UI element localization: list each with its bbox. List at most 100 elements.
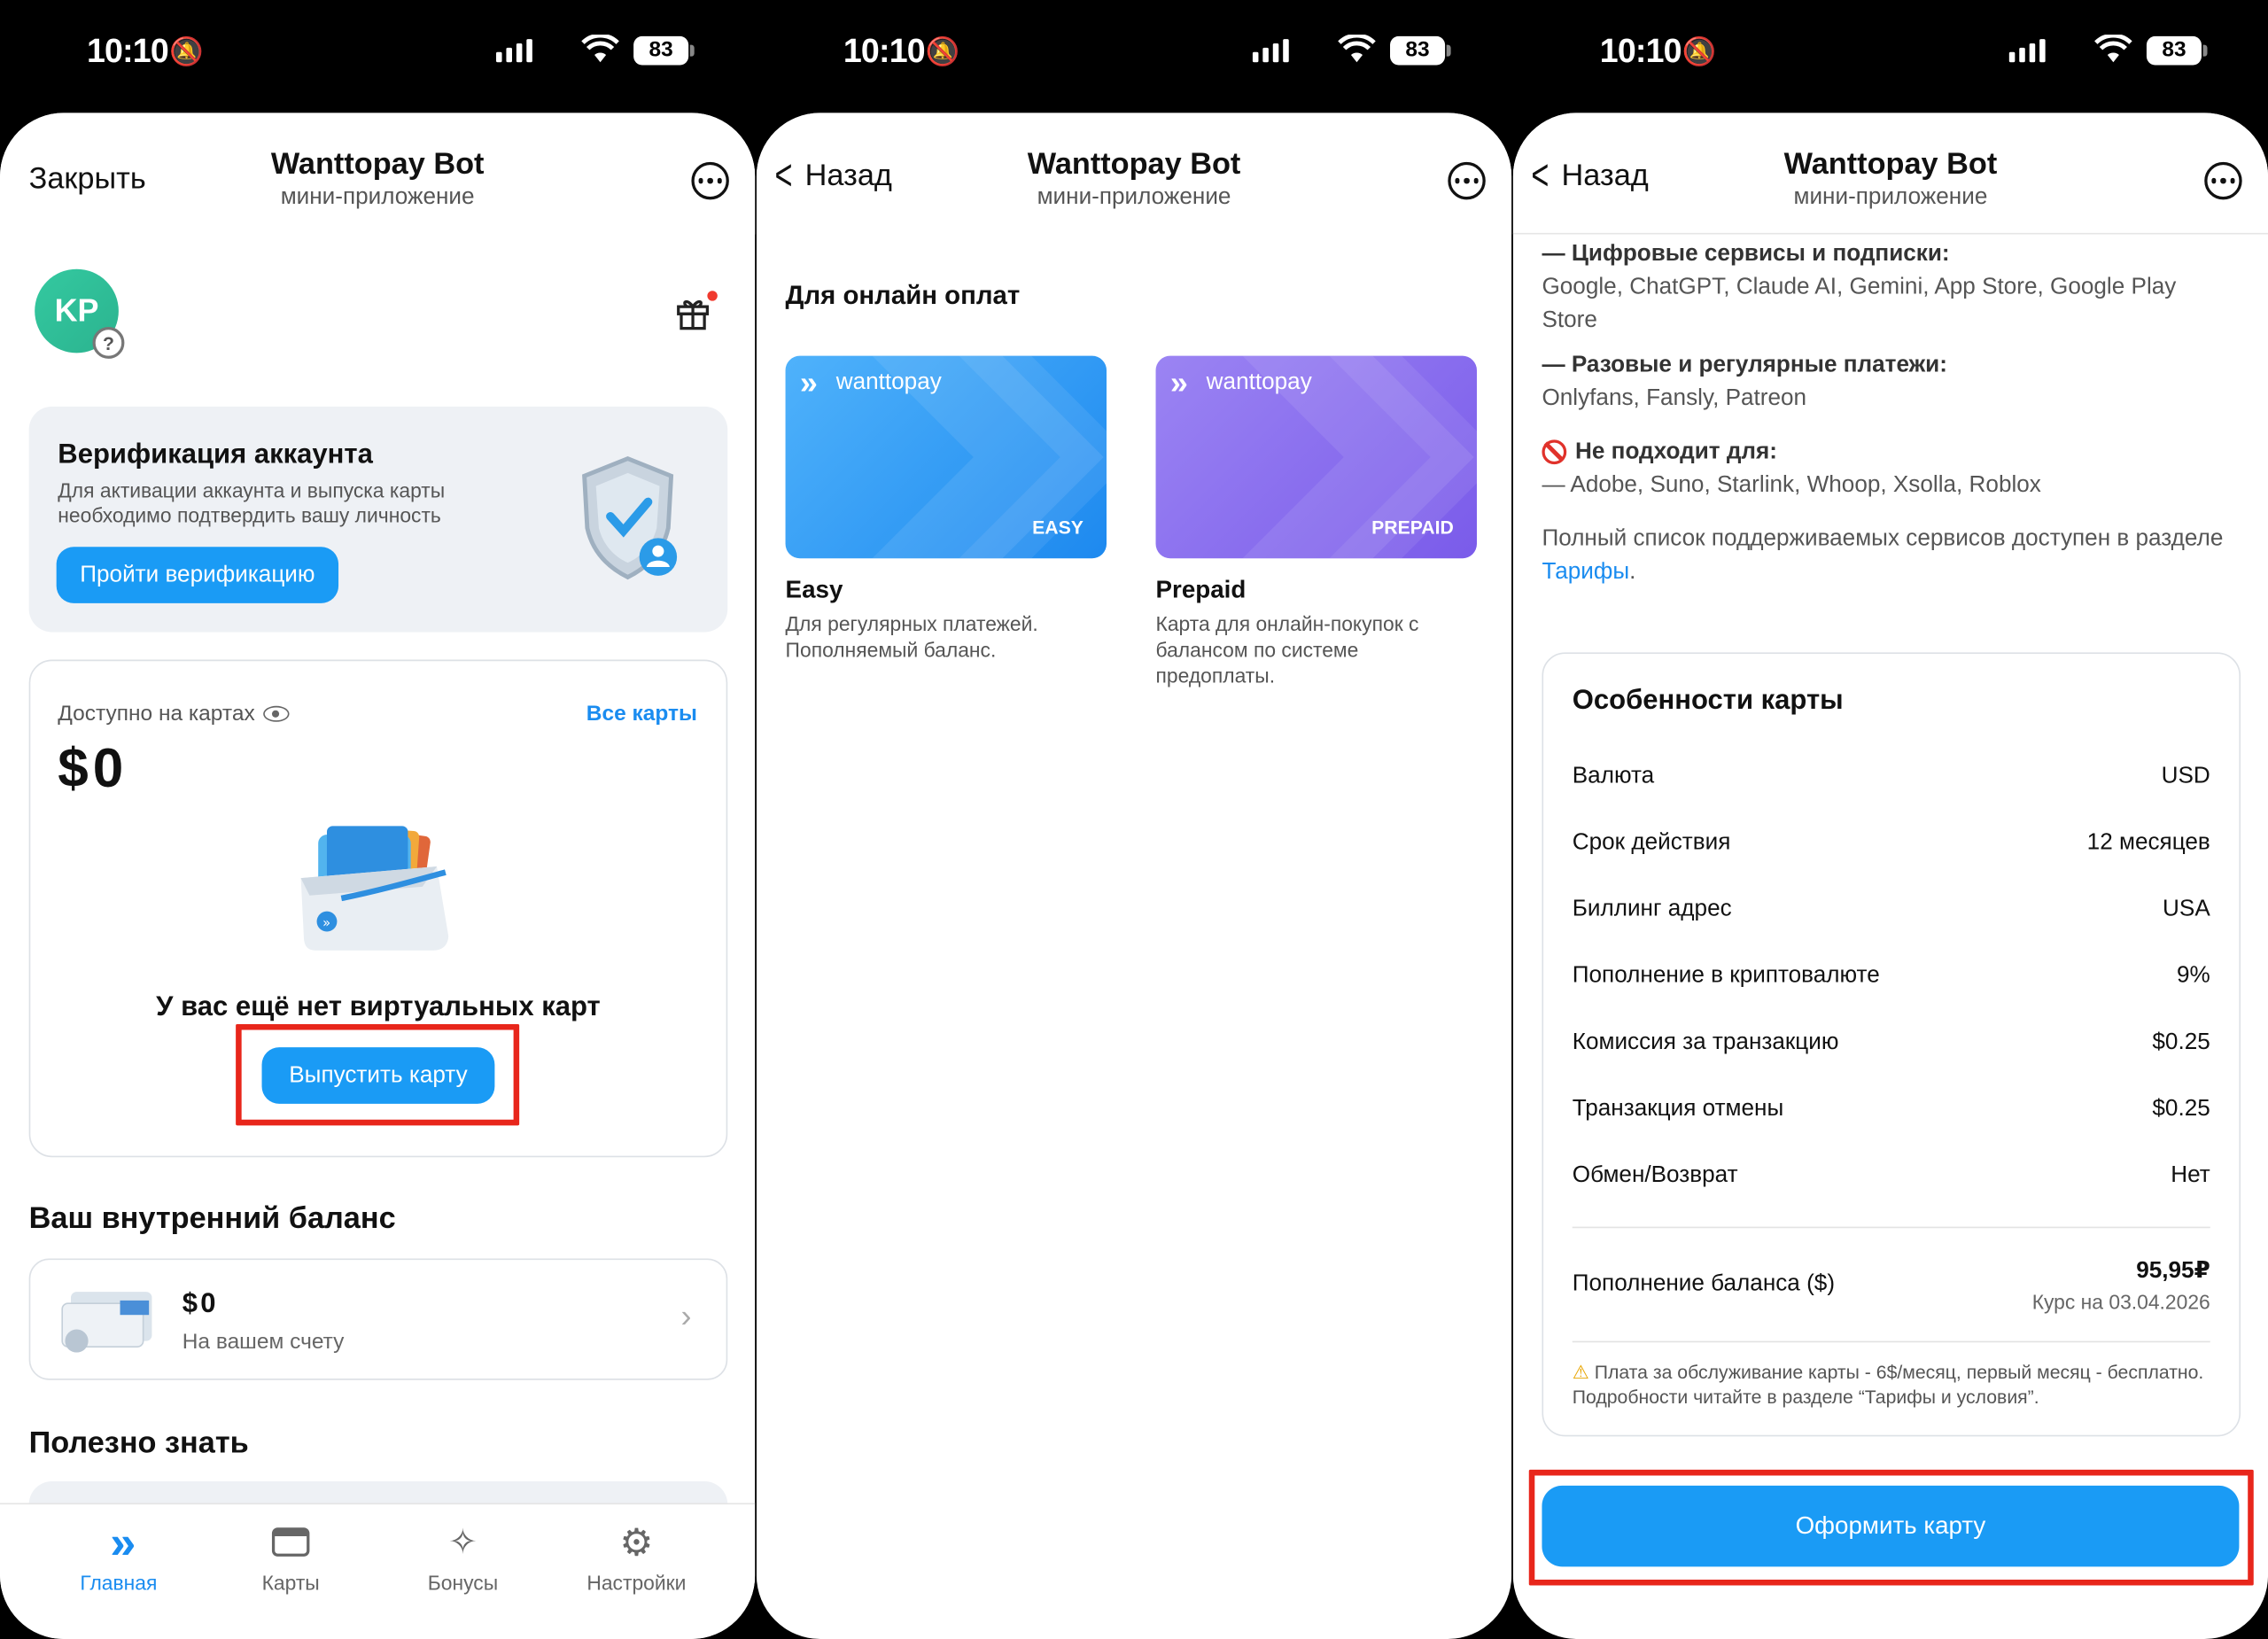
- wallet-small-icon: [61, 1292, 152, 1353]
- nav-cards[interactable]: Карты: [219, 1519, 363, 1594]
- wifi-icon: [2094, 35, 2132, 63]
- bell-muted-icon: 🔕: [169, 37, 204, 68]
- easy-card-description: Для регулярных платежей. Пополняемый бал…: [785, 611, 1038, 662]
- easy-card-option[interactable]: » wanttopay EASY Easy Для регулярных пла…: [785, 355, 1107, 703]
- prepaid-card-option[interactable]: » wanttopay PREPAID Prepaid Карта для он…: [1155, 355, 1477, 703]
- feature-row: Транзакция отмены $0.25: [1573, 1076, 2210, 1143]
- signal-icon: [2008, 39, 2046, 63]
- feature-value: $0.25: [2152, 1096, 2210, 1122]
- wifi-icon: [1338, 35, 1376, 63]
- verification-description: Для активации аккаунта и выпуска карты н…: [58, 478, 446, 527]
- bottom-nav: » Главная Карты ✧ Бонусы ⚙ Настройки: [0, 1503, 756, 1639]
- not-suitable-title: Не подходит для:: [1542, 435, 2236, 469]
- nav-settings[interactable]: ⚙ Настройки: [564, 1519, 709, 1594]
- card-features-title: Особенности карты: [1572, 685, 1844, 717]
- topup-rate: Курс на 03.04.2026: [2031, 1290, 2210, 1314]
- prepaid-card-badge: PREPAID: [1371, 516, 1454, 539]
- feature-value: $0.25: [2152, 1029, 2210, 1055]
- prepaid-card-image: » wanttopay PREPAID: [1155, 355, 1477, 559]
- gift-icon[interactable]: [674, 291, 718, 330]
- internal-balance-amount: $0: [182, 1288, 219, 1320]
- tariffs-link[interactable]: Тарифы: [1542, 560, 1629, 585]
- phone-screen-card-types: 10:10 🔕 83 < Назад Wanttopay Bot мини-при…: [756, 0, 1512, 1639]
- digital-services-list: Google, ChatGPT, Claude AI, Gemini, App …: [1542, 275, 2177, 333]
- full-list-note: Полный список поддерживаемых сервисов до…: [1542, 526, 2224, 585]
- verification-badge-icon: ?: [92, 327, 125, 359]
- feature-row: Пополнение в криптовалюте 9%: [1573, 944, 2210, 1010]
- battery-indicator: 83: [1390, 35, 1451, 66]
- feature-value: 9%: [2177, 963, 2210, 989]
- gear-icon: ⚙: [619, 1519, 654, 1564]
- card-icon: [219, 1519, 363, 1565]
- avatar[interactable]: KP ?: [35, 268, 125, 359]
- app-header: < Назад Wanttopay Bot мини-приложение: [756, 113, 1512, 235]
- supported-services-section: — Цифровые сервисы и подписки: Google, C…: [1542, 237, 2236, 589]
- bell-muted-icon: 🔕: [925, 37, 960, 68]
- easy-card-image: » wanttopay EASY: [785, 355, 1107, 559]
- easy-card-brand: wanttopay: [835, 369, 942, 395]
- prepaid-card-brand: wanttopay: [1206, 369, 1312, 395]
- card-features-list: Валюта USD Срок действия 12 месяцев Биллинг …: [1573, 743, 2210, 1209]
- divider: [1572, 1340, 2210, 1343]
- nav-home[interactable]: » Главная: [46, 1515, 190, 1594]
- brand-logo-icon: »: [1169, 364, 1188, 401]
- feature-label: Срок действия: [1572, 830, 1731, 855]
- highlight-box: [1528, 1469, 2254, 1586]
- mini-app-sheet: Закрыть Wanttopay Bot мини-приложение KP…: [0, 113, 756, 1639]
- signal-icon: [1252, 39, 1289, 63]
- not-suitable-list: — Adobe, Suno, Starlink, Whoop, Xsolla, …: [1542, 472, 2041, 498]
- bot-title: Wanttopay Bot: [1783, 147, 1998, 182]
- highlight-box: [236, 1024, 520, 1126]
- prepaid-card-name: Prepaid: [1155, 575, 1247, 603]
- chevron-right-icon: ›: [680, 1297, 692, 1334]
- no-cards-message: У вас ещё нет виртуальных карт: [156, 992, 601, 1023]
- topup-label: Пополнение баланса ($): [1572, 1271, 1836, 1296]
- feature-value: USA: [2163, 897, 2210, 922]
- mini-app-sheet: < Назад Wanttopay Bot мини-приложение — Ц…: [1512, 113, 2268, 1639]
- feature-value: USD: [2161, 764, 2210, 788]
- battery-indicator: 83: [633, 35, 695, 66]
- feature-row: Обмен/Возврат Нет: [1573, 1143, 2210, 1209]
- bot-subtitle: мини-приложение: [280, 184, 475, 210]
- more-options-icon[interactable]: [1448, 161, 1486, 200]
- phone-screen-home: 10:10 🔕 83 Закрыть Wanttopay Bot мини-пр…: [0, 0, 756, 1639]
- signal-icon: [496, 39, 532, 63]
- verification-title: Верификация аккаунта: [58, 439, 373, 470]
- prepaid-card-description: Карта для онлайн-покупок с балансом по с…: [1155, 611, 1419, 687]
- all-cards-link[interactable]: Все карты: [586, 702, 697, 726]
- topup-value: 95,95₽: [2136, 1258, 2210, 1284]
- internal-balance-row[interactable]: $0 На вашем счету ›: [28, 1258, 728, 1380]
- sparkle-icon: ✧: [448, 1522, 478, 1562]
- avatar-initials: KP: [54, 291, 99, 329]
- status-bar: 10:10 🔕 83: [757, 0, 1511, 101]
- easy-card-name: Easy: [785, 575, 843, 603]
- eye-icon[interactable]: [263, 705, 290, 722]
- feature-row: Комиссия за транзакцию $0.25: [1573, 1010, 2210, 1076]
- double-chevron-icon: »: [110, 1515, 136, 1568]
- verification-card: Верификация аккаунта Для активации аккау…: [28, 406, 728, 633]
- bot-subtitle: мини-приложение: [1793, 184, 1988, 210]
- status-bar: 10:10 🔕 83: [0, 0, 755, 101]
- brand-logo-icon: »: [799, 364, 818, 401]
- bot-subtitle: мини-приложение: [1037, 184, 1231, 210]
- more-options-icon[interactable]: [691, 161, 729, 200]
- cards-balance-amount: $0: [58, 739, 128, 800]
- feature-label: Обмен/Возврат: [1572, 1162, 1738, 1188]
- feature-row: Биллинг адрес USA: [1573, 876, 2210, 943]
- service-fee-note: ⚠ Плата за обслуживание карты - 6$/месяц…: [1572, 1361, 2204, 1408]
- cards-balance-card: Доступно на картах Все карты $0 » У вас …: [28, 659, 728, 1158]
- app-header: Закрыть Wanttopay Bot мини-приложение: [0, 113, 756, 235]
- oneoff-payments-title: — Разовые и регулярные платежи:: [1542, 353, 1947, 378]
- feature-row: Срок действия 12 месяцев: [1573, 810, 2210, 876]
- card-features-panel: Особенности карты Валюта USD Срок действия…: [1542, 652, 2241, 1437]
- status-bar: 10:10 🔕 83: [1513, 0, 2268, 101]
- topup-row: Пополнение баланса ($) 95,95₽ Курс на 03…: [1573, 1228, 2210, 1340]
- online-payments-title: Для онлайн оплат: [785, 280, 1021, 310]
- start-verification-button[interactable]: Пройти верификацию: [56, 547, 339, 603]
- prohibited-icon: [1542, 439, 1567, 465]
- more-options-icon[interactable]: [2204, 161, 2242, 200]
- digital-services-title: — Цифровые сервисы и подписки:: [1542, 241, 1950, 267]
- nav-bonuses[interactable]: ✧ Бонусы: [391, 1519, 535, 1595]
- available-on-cards-label: Доступно на картах: [58, 702, 290, 726]
- easy-card-badge: EASY: [1032, 516, 1084, 539]
